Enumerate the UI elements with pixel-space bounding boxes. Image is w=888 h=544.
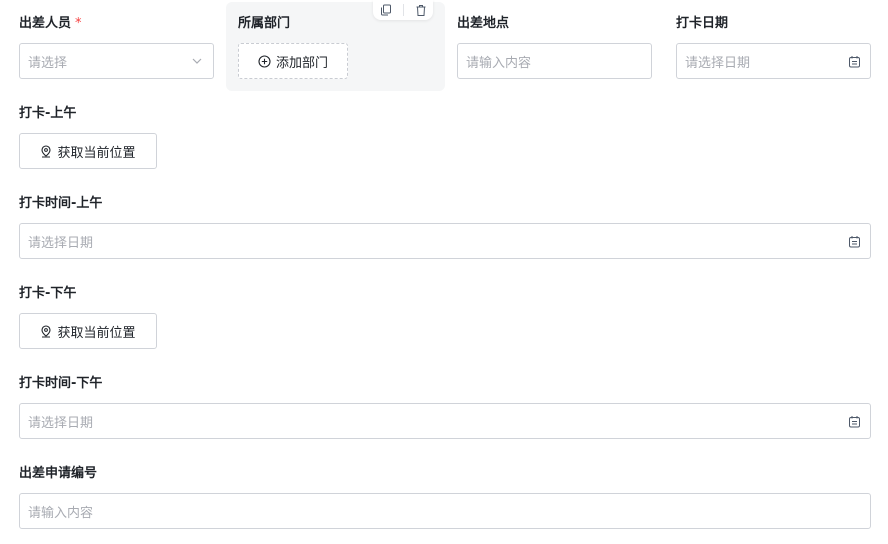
add-department-label: 添加部门 (275, 55, 328, 71)
checkin-pm-label: 打卡-下午 (19, 286, 77, 301)
map-pin-icon (40, 324, 52, 338)
checkin-date-placeholder: 请选择日期 (685, 55, 751, 71)
get-location-pm-button[interactable]: 获取当前位置 (19, 313, 157, 349)
get-location-am-label: 获取当前位置 (57, 145, 136, 161)
checkin-time-pm-label: 打卡时间-下午 (19, 376, 103, 391)
checkin-time-am-picker[interactable]: 请选择日期 (19, 223, 871, 259)
calendar-icon (846, 233, 862, 249)
checkin-time-pm-placeholder: 请选择日期 (28, 415, 94, 431)
copy-icon[interactable] (375, 1, 397, 19)
checkin-time-am-label: 打卡时间-上午 (19, 196, 103, 211)
plus-circle-icon (258, 54, 271, 68)
get-location-pm-label: 获取当前位置 (57, 325, 136, 341)
toolbar-divider (402, 4, 404, 16)
get-location-am-button[interactable]: 获取当前位置 (19, 133, 157, 169)
department-label: 所属部门 (238, 16, 291, 31)
request-no-input[interactable]: 请输入内容 (19, 493, 871, 529)
chevron-down-icon (189, 53, 205, 69)
traveler-label: 出差人员 * (19, 16, 82, 31)
trash-icon[interactable] (410, 1, 432, 19)
request-no-placeholder: 请输入内容 (28, 505, 94, 521)
calendar-icon (846, 53, 862, 69)
location-label: 出差地点 (457, 16, 510, 31)
location-input[interactable]: 请输入内容 (457, 43, 652, 79)
map-pin-icon (40, 144, 52, 158)
checkin-am-label: 打卡-上午 (19, 106, 77, 121)
traveler-select-placeholder: 请选择 (28, 55, 68, 71)
request-no-label: 出差申请编号 (19, 466, 98, 481)
add-department-button[interactable]: 添加部门 (238, 43, 348, 79)
checkin-time-am-placeholder: 请选择日期 (28, 235, 94, 251)
location-input-placeholder: 请输入内容 (466, 55, 532, 71)
card-toolbar (373, 0, 433, 20)
calendar-icon (846, 413, 862, 429)
checkin-date-label: 打卡日期 (676, 16, 729, 31)
checkin-time-pm-picker[interactable]: 请选择日期 (19, 403, 871, 439)
traveler-select[interactable]: 请选择 (19, 43, 214, 79)
required-mark: * (75, 16, 82, 31)
checkin-date-picker[interactable]: 请选择日期 (676, 43, 871, 79)
